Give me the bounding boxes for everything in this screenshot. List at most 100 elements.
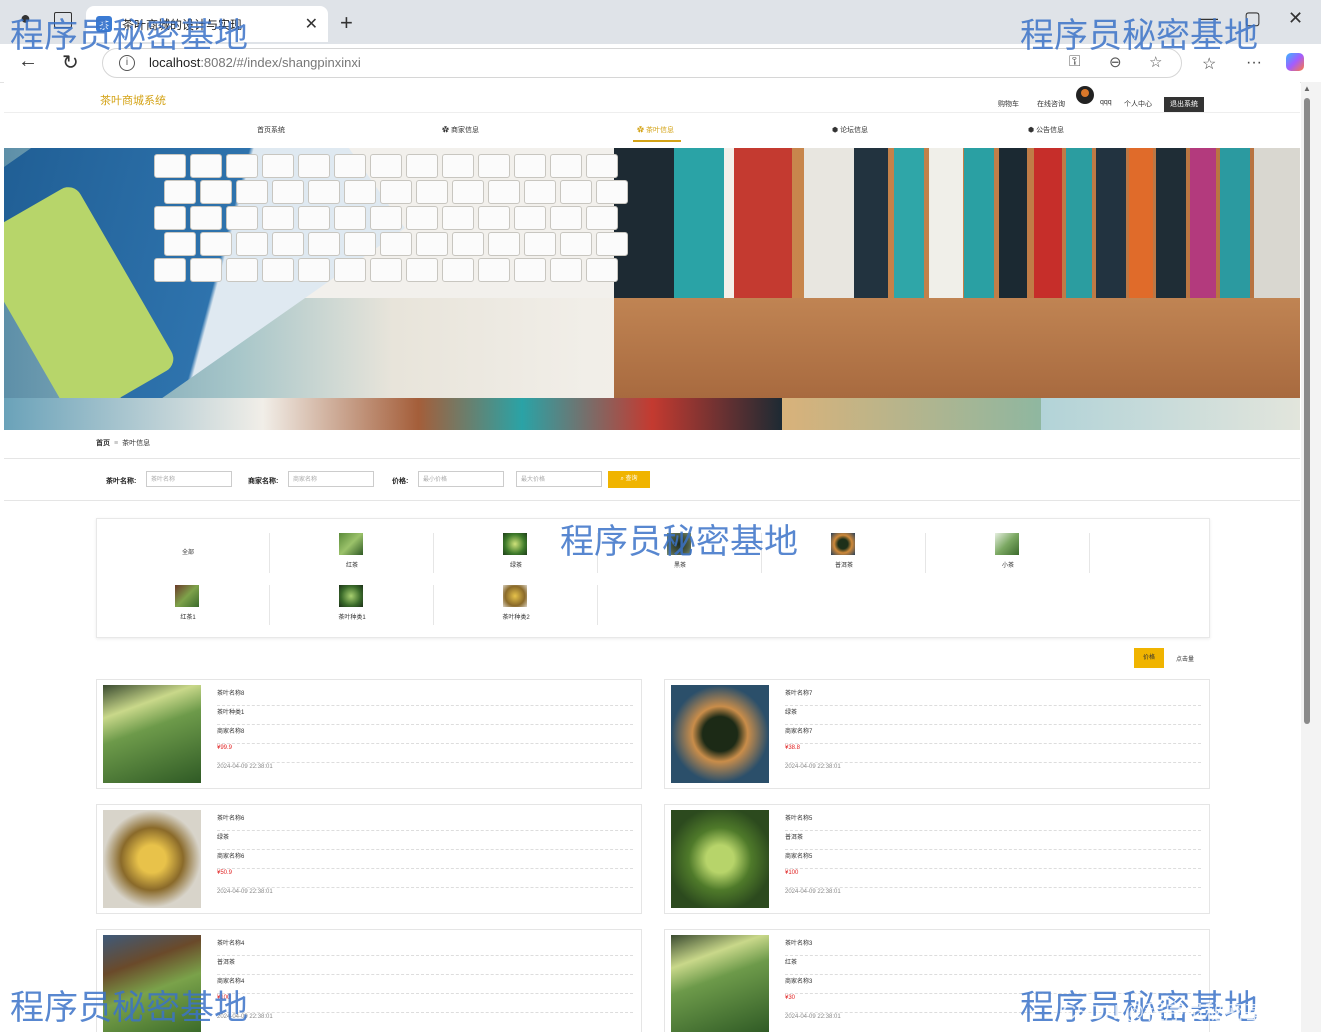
keyboard-key xyxy=(154,258,186,282)
menu-forum[interactable]: ⬢ 论坛信息 xyxy=(832,125,868,135)
banner-thumb[interactable] xyxy=(4,398,264,430)
category-image xyxy=(503,585,527,607)
product-type: 绿茶 xyxy=(785,707,1201,725)
category-item[interactable]: 红茶 xyxy=(271,533,434,573)
keyboard-key xyxy=(514,206,546,230)
sort-clicks-button[interactable]: 点击量 xyxy=(1176,654,1194,663)
min-price-input[interactable]: 最小价格 xyxy=(418,471,504,487)
category-label: 茶叶种类2 xyxy=(502,615,530,621)
category-item[interactable]: 茶叶种类2 xyxy=(435,585,598,625)
banner-book-image xyxy=(894,148,924,298)
product-name: 茶叶名称8 xyxy=(217,688,633,706)
profile-link[interactable]: 个人中心 xyxy=(1124,99,1152,109)
close-tab-icon[interactable]: ✕ xyxy=(305,14,318,34)
banner-book-image xyxy=(674,148,724,298)
banner-thumb[interactable] xyxy=(522,398,782,430)
product-name: 茶叶名称3 xyxy=(785,938,1201,956)
product-shop: 商家名称6 xyxy=(217,851,633,869)
category-item[interactable]: 小茶 xyxy=(927,533,1090,573)
banner-thumb[interactable] xyxy=(1040,398,1300,430)
watermark: 程序员秘密基地 xyxy=(10,989,248,1027)
banner-book-image xyxy=(1220,148,1250,298)
category-label: 全部 xyxy=(181,550,194,556)
keyboard-key xyxy=(478,206,510,230)
keyboard-key xyxy=(344,232,376,256)
product-price: ¥38.8 xyxy=(785,745,1201,763)
product-type: 普洱茶 xyxy=(217,957,633,975)
shop-label: 商家名称: xyxy=(248,478,279,485)
menu-shops-label: 商家信息 xyxy=(450,127,479,134)
shop-input[interactable]: 商家名称 xyxy=(288,471,374,487)
keyboard-key xyxy=(298,206,330,230)
max-price-input[interactable]: 最大价格 xyxy=(516,471,602,487)
keyboard-key xyxy=(236,180,268,204)
product-name: 茶叶名称6 xyxy=(217,813,633,831)
avatar[interactable] xyxy=(1076,86,1094,104)
copilot-icon[interactable] xyxy=(1286,53,1304,71)
page-scrollbar[interactable]: ▲ xyxy=(1301,82,1321,1032)
breadcrumb-home[interactable]: 首页 xyxy=(96,440,110,447)
keyboard-key xyxy=(226,154,258,178)
category-item[interactable]: 红茶1 xyxy=(107,585,270,625)
close-window-icon[interactable]: ✕ xyxy=(1288,8,1303,29)
keyboard-key xyxy=(550,206,582,230)
product-shop: 商家名称7 xyxy=(785,726,1201,744)
product-image xyxy=(103,810,201,908)
banner-thumb[interactable] xyxy=(263,398,523,430)
product-card[interactable]: 茶叶名称5 普洱茶 商家名称5 ¥100 2024-04-09 22:38:01 xyxy=(664,804,1210,914)
keyboard-key xyxy=(272,232,304,256)
scrollbar-thumb[interactable] xyxy=(1304,98,1310,724)
logout-button[interactable]: 退出系统 xyxy=(1164,97,1204,112)
new-tab-icon[interactable]: + xyxy=(340,10,353,36)
breadcrumb-current: 茶叶信息 xyxy=(122,440,151,447)
category-item[interactable]: 茶叶种类1 xyxy=(271,585,434,625)
product-card[interactable]: 茶叶名称8 茶叶种类1 商家名称8 ¥99.9 2024-04-09 22:38… xyxy=(96,679,642,789)
site-title[interactable]: 茶叶商城系统 xyxy=(100,92,166,108)
keyboard-key xyxy=(514,154,546,178)
banner-carousel[interactable] xyxy=(4,148,1300,398)
product-card[interactable]: 茶叶名称6 绿茶 商家名称6 ¥50.9 2024-04-09 22:38:01 xyxy=(96,804,642,914)
banner-thumb[interactable] xyxy=(781,398,1041,430)
banner-thumbnails xyxy=(4,398,1300,430)
browser-window: ● 茶 茶叶商城的设计与实现 ✕ + — ▢ ✕ ← ↻ i localhost… xyxy=(0,0,1321,1032)
keyboard-key xyxy=(416,180,448,204)
product-card[interactable]: 茶叶名称7 绿茶 商家名称7 ¥38.8 2024-04-09 22:38:01 xyxy=(664,679,1210,789)
product-price: ¥100 xyxy=(217,995,633,1013)
category-image xyxy=(339,585,363,607)
name-input[interactable]: 茶叶名称 xyxy=(146,471,232,487)
watermark: 程序员秘密基地 xyxy=(1020,17,1258,55)
keyboard-key xyxy=(298,154,330,178)
banner-book-image xyxy=(1254,148,1300,298)
banner-desk-image xyxy=(614,298,1300,398)
cart-link[interactable]: 购物车 xyxy=(998,99,1019,109)
scroll-up-icon[interactable]: ▲ xyxy=(1303,84,1311,93)
category-label: 红茶 xyxy=(345,563,358,569)
csdn-watermark: CSDN @程序员秘密基地 xyxy=(1062,1002,1285,1024)
search-button[interactable]: ⌕ 查询 xyxy=(608,471,650,488)
menu-notice-label: 公告信息 xyxy=(1036,127,1065,134)
chat-link[interactable]: 在线咨询 xyxy=(1037,99,1065,109)
menu-home[interactable]: 首页系统 xyxy=(257,125,285,135)
product-time: 2024-04-09 22:38:01 xyxy=(217,889,273,895)
menu-shops[interactable]: ✿ 商家信息 xyxy=(442,125,479,135)
product-price: ¥50.9 xyxy=(217,870,633,888)
category-all[interactable]: 全部 xyxy=(107,533,270,573)
product-type: 绿茶 xyxy=(217,832,633,850)
keyboard-key xyxy=(164,232,196,256)
category-image xyxy=(831,533,855,555)
site-info-icon[interactable]: i xyxy=(119,55,135,71)
menu-notice[interactable]: ⬢ 公告信息 xyxy=(1028,125,1064,135)
favorites-icon[interactable]: ☆ xyxy=(1202,54,1216,74)
keyboard-key xyxy=(334,206,366,230)
menu-tea[interactable]: ✿ 茶叶信息 xyxy=(637,125,674,135)
divider xyxy=(4,500,1300,501)
sort-price-button[interactable]: 价格 xyxy=(1134,648,1164,668)
keyboard-key xyxy=(308,232,340,256)
keyboard-key xyxy=(370,258,402,282)
keyboard-key xyxy=(442,258,474,282)
keyboard-key xyxy=(226,258,258,282)
keyboard-key xyxy=(406,206,438,230)
keyboard-key xyxy=(164,180,196,204)
product-type: 红茶 xyxy=(785,957,1201,975)
keyboard-key xyxy=(406,258,438,282)
